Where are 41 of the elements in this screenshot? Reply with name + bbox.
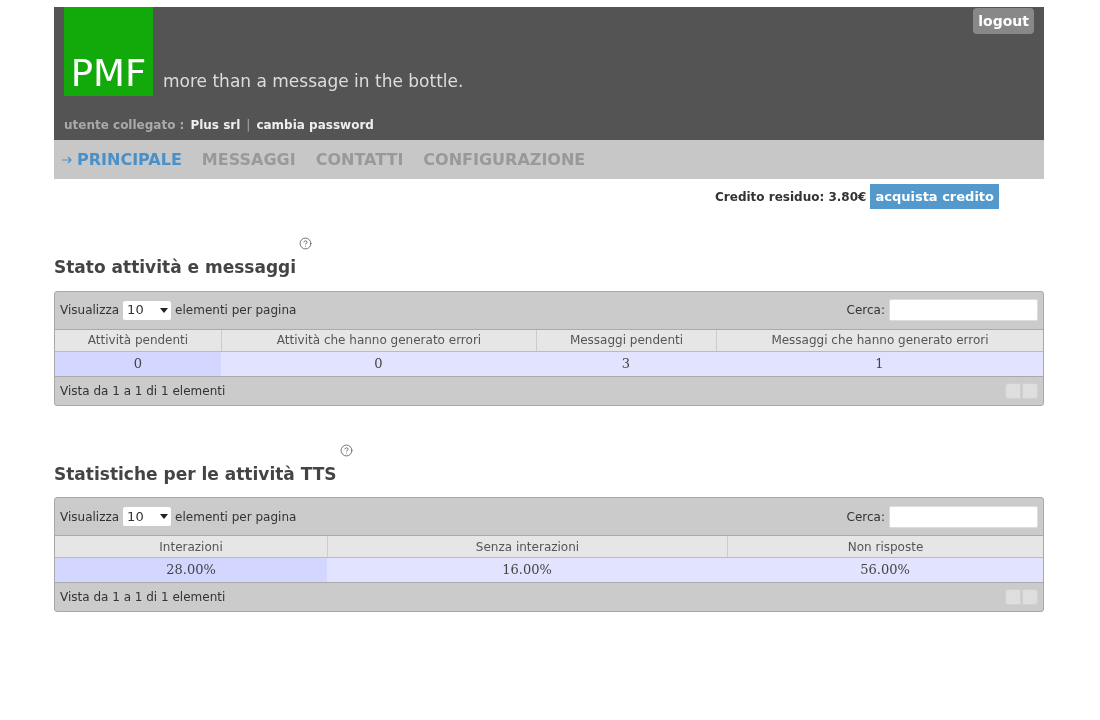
table-cell: 3 — [536, 351, 716, 376]
separator: | — [246, 117, 251, 134]
user-name: Plus srl — [190, 117, 241, 134]
credit-label: Credito residuo: 3.80€ — [715, 188, 867, 206]
logo: PMF — [64, 7, 153, 96]
table-cell: 0 — [55, 351, 221, 376]
user-label: utente collegato : — [64, 117, 185, 134]
table-info: Vista da 1 a 1 di 1 elementi — [60, 589, 226, 606]
help-icon[interactable] — [299, 237, 313, 250]
help-icon[interactable] — [339, 443, 353, 457]
page-size-select[interactable]: 10 — [123, 507, 172, 526]
column-header[interactable]: Attività pendenti — [55, 329, 221, 351]
column-header[interactable]: Attività che hanno generato errori — [221, 329, 536, 351]
page-size-select[interactable]: 10 — [123, 300, 172, 320]
caret-icon — [160, 514, 169, 519]
table-cell: 28.00% — [55, 558, 327, 582]
show-label: Visualizza — [60, 302, 120, 319]
arrow-icon — [62, 155, 72, 164]
per-page-label: elementi per pagina — [175, 508, 297, 526]
column-header[interactable]: Messaggi che hanno generato errori — [716, 329, 1043, 351]
table-cell: 16.00% — [327, 558, 727, 582]
table-cell: 1 — [716, 351, 1043, 376]
search-field[interactable] — [889, 505, 1038, 528]
table-info: Vista da 1 a 1 di 1 elementi — [60, 382, 226, 400]
column-header[interactable]: Senza interazioni — [327, 536, 727, 557]
search-label: Cerca: — [846, 508, 885, 526]
column-header[interactable]: Interazioni — [55, 536, 327, 557]
change-password-link[interactable]: cambia password — [256, 116, 374, 134]
section-title: Stato attività e messaggi — [54, 256, 297, 279]
search-label: Cerca: — [846, 302, 885, 319]
table-cell: 56.00% — [727, 558, 1043, 582]
column-header[interactable]: Non risposte — [727, 536, 1043, 557]
caret-icon — [160, 307, 169, 313]
search-field[interactable] — [889, 299, 1038, 321]
column-header[interactable]: Messaggi pendenti — [536, 329, 716, 351]
per-page-label: elementi per pagina — [175, 302, 297, 319]
logout-button[interactable]: logout — [973, 8, 1034, 34]
table-cell: 0 — [221, 351, 536, 376]
tagline: more than a message in the bottle. — [163, 69, 464, 93]
show-label: Visualizza — [60, 508, 120, 526]
section-title: Statistiche per le attività TTS — [54, 462, 337, 486]
